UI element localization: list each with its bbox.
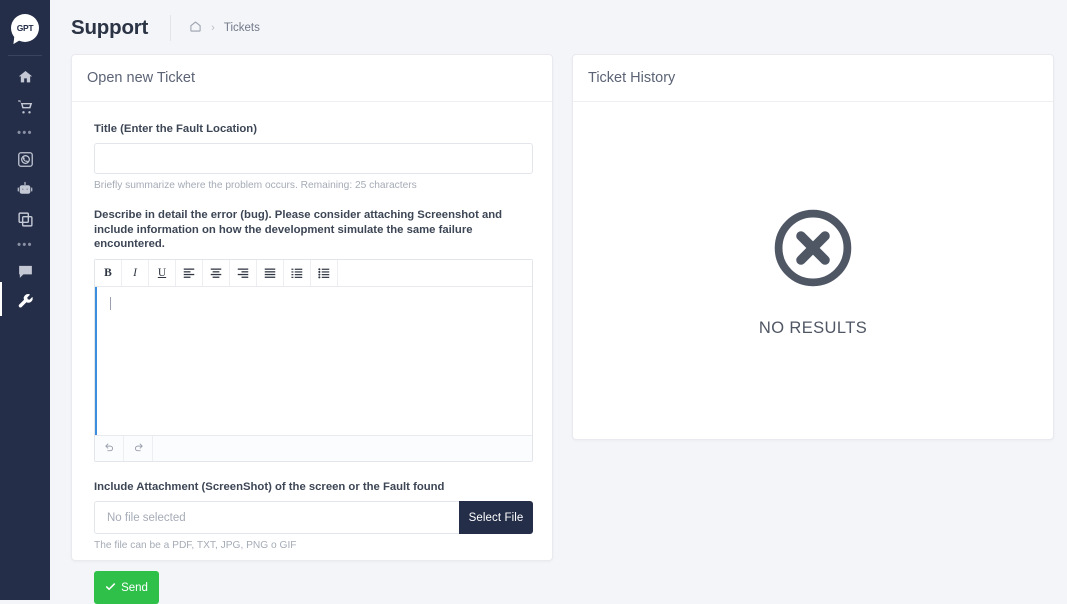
align-left-button[interactable] [176, 259, 203, 286]
robot-icon [16, 181, 34, 198]
bullet-list-icon [318, 267, 330, 279]
check-icon [105, 581, 116, 594]
rich-text-editor: B I U [94, 258, 533, 462]
sidebar-item-chat[interactable] [0, 256, 50, 286]
open-new-ticket-card: Open new Ticket Title (Enter the Fault L… [71, 54, 553, 604]
sidebar-separator-dots-2: ••• [0, 234, 50, 256]
breadcrumb: › Tickets [189, 20, 260, 36]
description-textarea[interactable] [95, 286, 532, 435]
bullet-list-button[interactable] [311, 259, 338, 286]
redo-button[interactable] [124, 435, 153, 461]
sidebar-divider [8, 55, 42, 56]
breadcrumb-chevron-icon: › [211, 21, 215, 34]
sidebar-item-support[interactable] [0, 282, 50, 316]
wrench-icon [17, 293, 34, 310]
editor-toolbar: B I U [95, 259, 532, 287]
align-justify-icon [264, 267, 276, 279]
undo-button[interactable] [95, 435, 124, 461]
gpt-logo[interactable]: GPT [0, 4, 50, 52]
sidebar-item-shop[interactable] [0, 92, 50, 122]
logo-bubble: GPT [11, 14, 39, 42]
align-right-icon [237, 267, 249, 279]
whatsapp-icon [17, 151, 34, 168]
align-right-button[interactable] [230, 259, 257, 286]
home-icon [189, 20, 202, 36]
chat-icon [17, 263, 34, 280]
title-helper-text: Briefly summarize where the problem occu… [94, 180, 417, 192]
send-button[interactable]: Send [94, 571, 159, 604]
bold-button[interactable]: B [95, 259, 122, 286]
align-left-icon [183, 267, 195, 279]
page-header: Support › Tickets [50, 0, 1067, 55]
sidebar-item-bots[interactable] [0, 174, 50, 204]
send-button-label: Send [121, 581, 148, 594]
ellipsis-icon: ••• [17, 239, 33, 251]
title-input[interactable] [94, 143, 533, 175]
sidebar-separator-dots-1: ••• [0, 122, 50, 144]
align-center-button[interactable] [203, 259, 230, 286]
layers-icon [17, 211, 34, 228]
file-picker: No file selected Select File [94, 501, 533, 535]
sidebar: GPT ••• ••• [0, 0, 50, 600]
attachment-helper-text: The file can be a PDF, TXT, JPG, PNG o G… [94, 540, 297, 552]
card-title: Ticket History [588, 70, 676, 86]
undo-icon [104, 439, 115, 457]
select-file-button[interactable]: Select File [459, 501, 533, 535]
cart-icon [17, 99, 34, 115]
breadcrumb-home-link[interactable] [189, 20, 202, 36]
align-justify-button[interactable] [257, 259, 284, 286]
sidebar-item-pages[interactable] [0, 204, 50, 234]
ticket-history-card: Ticket History NO RESULTS [572, 54, 1054, 440]
home-icon [17, 69, 34, 85]
italic-button[interactable]: I [122, 259, 149, 286]
editor-footer [95, 434, 532, 461]
ellipsis-icon: ••• [17, 127, 33, 139]
breadcrumb-current[interactable]: Tickets [224, 22, 260, 34]
logo-text: GPT [16, 23, 34, 33]
ordered-list-icon [291, 267, 303, 279]
underline-button[interactable]: U [149, 259, 176, 286]
file-name-display[interactable]: No file selected [94, 501, 459, 535]
empty-state: NO RESULTS [573, 102, 1053, 440]
sidebar-item-home[interactable] [0, 62, 50, 92]
empty-state-text: NO RESULTS [758, 318, 868, 337]
card-header: Open new Ticket [72, 55, 552, 102]
card-header: Ticket History [573, 55, 1053, 102]
ordered-list-button[interactable] [284, 259, 311, 286]
attachment-field-label: Include Attachment (ScreenShot) of the s… [94, 480, 445, 493]
card-title: Open new Ticket [87, 70, 195, 86]
card-body: Title (Enter the Fault Location) Briefly… [72, 102, 552, 604]
circle-x-icon [770, 205, 856, 296]
page-title: Support [71, 15, 149, 39]
header-divider [170, 14, 172, 41]
redo-icon [133, 439, 144, 457]
title-field-label: Title (Enter the Fault Location) [94, 123, 257, 135]
description-field-label: Describe in detail the error (bug). Plea… [94, 209, 503, 251]
sidebar-item-whatsapp[interactable] [0, 144, 50, 174]
align-center-icon [210, 267, 222, 279]
text-caret [110, 296, 111, 310]
